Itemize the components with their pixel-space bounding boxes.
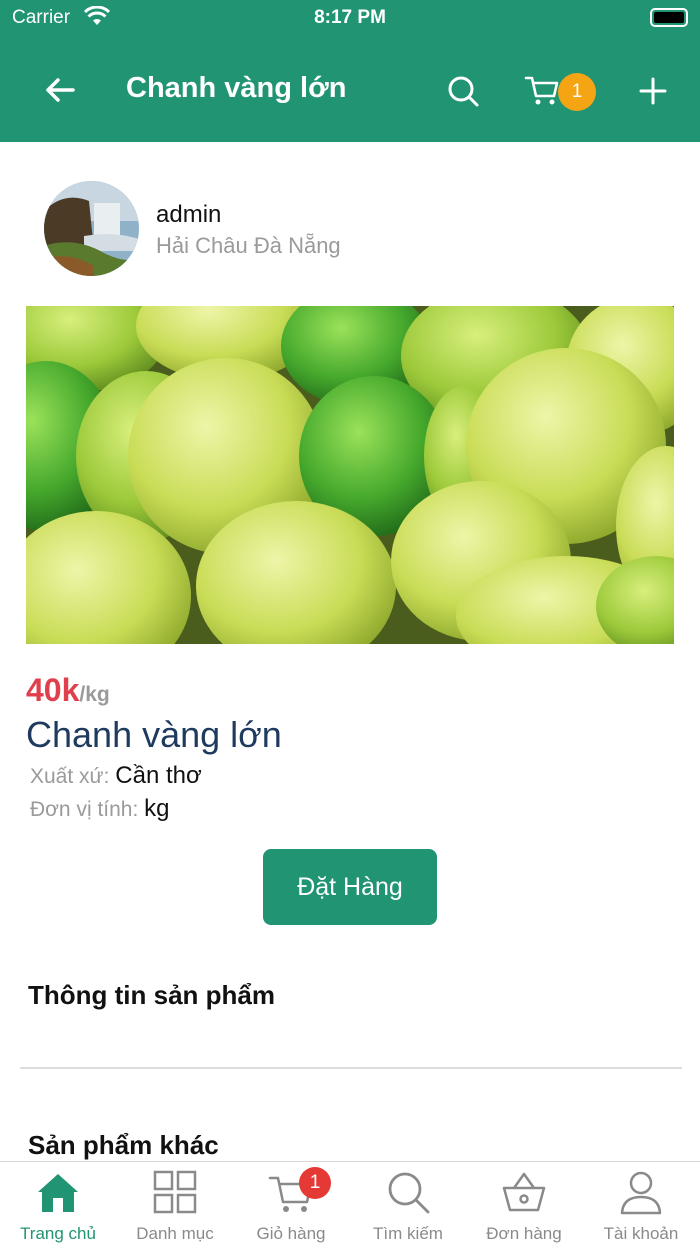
tab-cart[interactable]: 1 Giỏ hàng [233, 1162, 349, 1244]
avatar[interactable] [44, 181, 139, 276]
divider [20, 1067, 682, 1069]
origin-value: Cần thơ [115, 762, 202, 789]
product-info-heading: Thông tin sản phẩm [28, 980, 275, 1010]
basket-icon [502, 1172, 546, 1212]
other-products-heading: Sản phẩm khác [28, 1130, 219, 1160]
tab-label: Trang chủ [20, 1224, 96, 1243]
price-amount: 40k [26, 672, 80, 708]
cart-count-badge[interactable]: 1 [558, 73, 596, 111]
tab-label: Danh mục [136, 1224, 214, 1243]
seller-location: Hải Châu Đà Nẵng [156, 233, 341, 258]
grid-icon [153, 1170, 197, 1214]
seller-info[interactable]: admin Hải Châu Đà Nẵng [44, 181, 444, 277]
tab-label: Tìm kiếm [373, 1224, 443, 1243]
cart-tab-badge: 1 [299, 1167, 331, 1199]
origin-row: Xuất xứ: Cần thơ [30, 762, 202, 790]
tab-categories[interactable]: Danh mục [117, 1162, 233, 1244]
origin-label: Xuất xứ: [30, 765, 110, 788]
product-price: 40k/kg [26, 672, 110, 709]
app-header: Carrier 8:17 PM Chanh vàng lớn 1 [0, 0, 700, 142]
nav-bar: Chanh vàng lớn 1 [0, 58, 700, 122]
tab-home[interactable]: Trang chủ [0, 1162, 116, 1244]
order-button[interactable]: Đặt Hàng [263, 849, 437, 925]
add-icon[interactable] [638, 76, 668, 106]
tab-search[interactable]: Tìm kiếm [350, 1162, 466, 1244]
tab-label: Giỏ hàng [256, 1224, 326, 1243]
tab-orders[interactable]: Đơn hàng [466, 1162, 582, 1244]
uom-label: Đơn vị tính: [30, 798, 139, 821]
back-arrow-icon[interactable] [40, 70, 80, 110]
tab-account[interactable]: Tài khoản [583, 1162, 699, 1244]
uom-value: kg [144, 795, 170, 822]
product-image [26, 306, 674, 644]
product-name: Chanh vàng lớn [26, 714, 282, 755]
tab-label: Tài khoản [603, 1224, 679, 1243]
search-icon [388, 1172, 430, 1214]
clock: 8:17 PM [314, 7, 386, 28]
uom-row: Đơn vị tính: kg [30, 795, 170, 823]
battery-icon [650, 8, 688, 27]
tab-bar: Trang chủ Danh mục 1 Giỏ hàng Tìm kiếm Đ… [0, 1161, 700, 1244]
user-icon [620, 1171, 662, 1215]
cart-icon[interactable] [524, 74, 560, 108]
page-title: Chanh vàng lớn [126, 72, 347, 104]
search-icon[interactable] [446, 74, 480, 108]
home-icon [38, 1174, 78, 1212]
status-bar: Carrier 8:17 PM [0, 0, 700, 36]
tab-label: Đơn hàng [486, 1224, 562, 1243]
seller-name: admin [156, 201, 222, 228]
price-unit: /kg [79, 683, 110, 706]
